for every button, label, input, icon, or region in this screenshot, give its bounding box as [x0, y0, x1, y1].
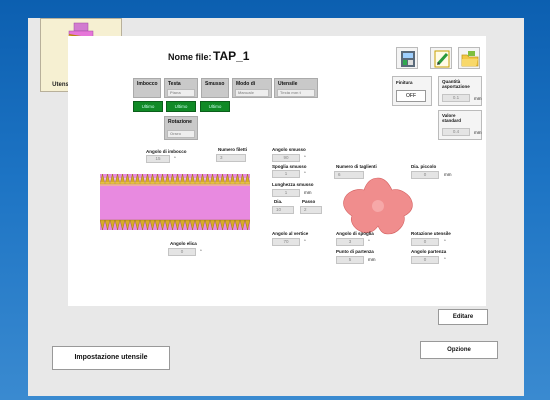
- tab-imbocco-label: Imbocco: [137, 81, 158, 87]
- rotazione-utensile-field[interactable]: 0: [411, 238, 439, 246]
- machine-icon: [401, 51, 415, 67]
- valore-standard-field[interactable]: 0.4: [442, 128, 470, 136]
- angolo-imbocco-field[interactable]: 15: [146, 155, 170, 163]
- pencil-icon: [434, 50, 450, 68]
- tab-modo[interactable]: Modo di Manuale: [232, 78, 272, 98]
- punto-partenza-field[interactable]: 5: [336, 256, 364, 264]
- dia-label: Dia.: [274, 199, 283, 204]
- numero-filetti-label: Numero filetti: [218, 147, 248, 152]
- cutter-section-image: [343, 177, 413, 235]
- tab-testa[interactable]: Testa Piana: [164, 78, 198, 98]
- smusso-green-button[interactable]: Ultimo: [200, 101, 230, 112]
- lunghezza-smusso-field[interactable]: 1: [272, 189, 300, 197]
- angolo-spoglia-unit: °: [368, 239, 370, 244]
- imbocco-green-button[interactable]: Ultimo: [133, 101, 163, 112]
- angolo-spoglia-field[interactable]: 3: [336, 238, 364, 246]
- utensile-select-value: Testa mm t: [280, 90, 301, 95]
- tab-smusso-label: Smusso: [205, 81, 225, 87]
- angolo-smusso-label: Angolo smusso: [272, 147, 306, 152]
- numero-filetti-select[interactable]: 3: [216, 154, 246, 162]
- open-folder-button[interactable]: [458, 47, 480, 69]
- rotazione-label: Rotazione: [168, 119, 192, 125]
- angolo-partenza-unit: °: [444, 257, 446, 262]
- tab-utensile[interactable]: Utensile Testa mm t: [274, 78, 318, 98]
- dia-piccolo-label: Dia. piccolo: [411, 164, 437, 169]
- angolo-elica-label: Angolo elica: [170, 241, 197, 246]
- asportazione-label: Quantità asportazione: [442, 79, 470, 89]
- angolo-spoglia-label: Angolo di spoglia: [336, 231, 374, 236]
- angolo-smusso-field[interactable]: 90: [272, 154, 300, 162]
- opzione-button[interactable]: Opzione: [420, 341, 498, 359]
- folder-icon: [461, 51, 479, 67]
- spoglia-smusso-unit: °: [304, 171, 306, 176]
- angolo-vertice-field[interactable]: 70: [272, 238, 300, 246]
- modo-select-value: Manuale: [238, 90, 255, 95]
- lunghezza-smusso-unit: mm: [304, 190, 312, 195]
- rotazione-select[interactable]: Oraro: [167, 130, 195, 138]
- edit-icon-button[interactable]: [430, 47, 452, 69]
- angolo-elica-field[interactable]: 0: [168, 248, 196, 256]
- dia-select[interactable]: 10: [272, 206, 294, 214]
- finitura-off-button[interactable]: OFF: [396, 90, 426, 102]
- dia-piccolo-unit: mm: [444, 172, 452, 177]
- punto-partenza-label: Punto di partenza: [336, 249, 374, 254]
- angolo-imbocco-unit: °: [174, 156, 176, 161]
- spoglia-smusso-label: Spoglia smusso: [272, 164, 307, 169]
- passo-label: Passo: [302, 199, 316, 204]
- valore-standard-unit: mm: [474, 130, 482, 135]
- rotazione-utensile-unit: °: [444, 239, 446, 244]
- tab-testa-label: Testa: [168, 81, 181, 87]
- asportazione-field[interactable]: 0.1: [442, 94, 470, 102]
- angolo-vertice-label: Angolo al vertice: [272, 231, 309, 236]
- angolo-elica-unit: °: [200, 249, 202, 254]
- finitura-label: Finitura: [396, 80, 413, 85]
- angolo-vertice-unit: °: [304, 239, 306, 244]
- rotazione-select-value: Oraro: [170, 131, 181, 136]
- punto-partenza-unit: mm: [368, 257, 376, 262]
- tap-profile-image: [100, 173, 250, 231]
- testa-green-button[interactable]: Ultimo: [166, 101, 196, 112]
- tab-rotazione[interactable]: Rotazione Oraro: [164, 116, 198, 140]
- editare-button[interactable]: Editare: [438, 309, 488, 325]
- angolo-imbocco-label: Angolo di imbocco: [146, 149, 187, 154]
- angolo-partenza-label: Angolo partenza: [411, 249, 447, 254]
- spoglia-smusso-field[interactable]: 1: [272, 170, 300, 178]
- lunghezza-smusso-label: Lunghezza smusso: [272, 182, 314, 187]
- file-name-value: TAP_1: [213, 49, 250, 63]
- tab-smusso[interactable]: Smusso: [201, 78, 229, 98]
- asportazione-unit: mm: [474, 96, 482, 101]
- numero-taglienti-label: Numero di taglienti: [336, 164, 377, 169]
- testa-select-value: Piana: [170, 90, 181, 95]
- rotazione-utensile-label: Rotazione utensile: [411, 231, 451, 236]
- valore-standard-label: Valore standard: [442, 113, 462, 123]
- impostazione-utensile-button[interactable]: Impostazione utensile: [52, 346, 170, 370]
- tab-imbocco[interactable]: Imbocco: [133, 78, 161, 98]
- tab-modo-label: Modo di: [236, 81, 256, 87]
- utensile-select[interactable]: Testa mm t: [277, 89, 315, 97]
- passo-select[interactable]: 2: [300, 206, 322, 214]
- tab-utensile-label: Utensile: [278, 81, 298, 87]
- file-name-label: Nome file:: [168, 52, 212, 62]
- angolo-smusso-unit: °: [304, 155, 306, 160]
- testa-select[interactable]: Piana: [167, 89, 195, 97]
- modo-select[interactable]: Manuale: [235, 89, 269, 97]
- machine-icon-button[interactable]: [396, 47, 418, 69]
- angolo-partenza-field[interactable]: 0: [411, 256, 439, 264]
